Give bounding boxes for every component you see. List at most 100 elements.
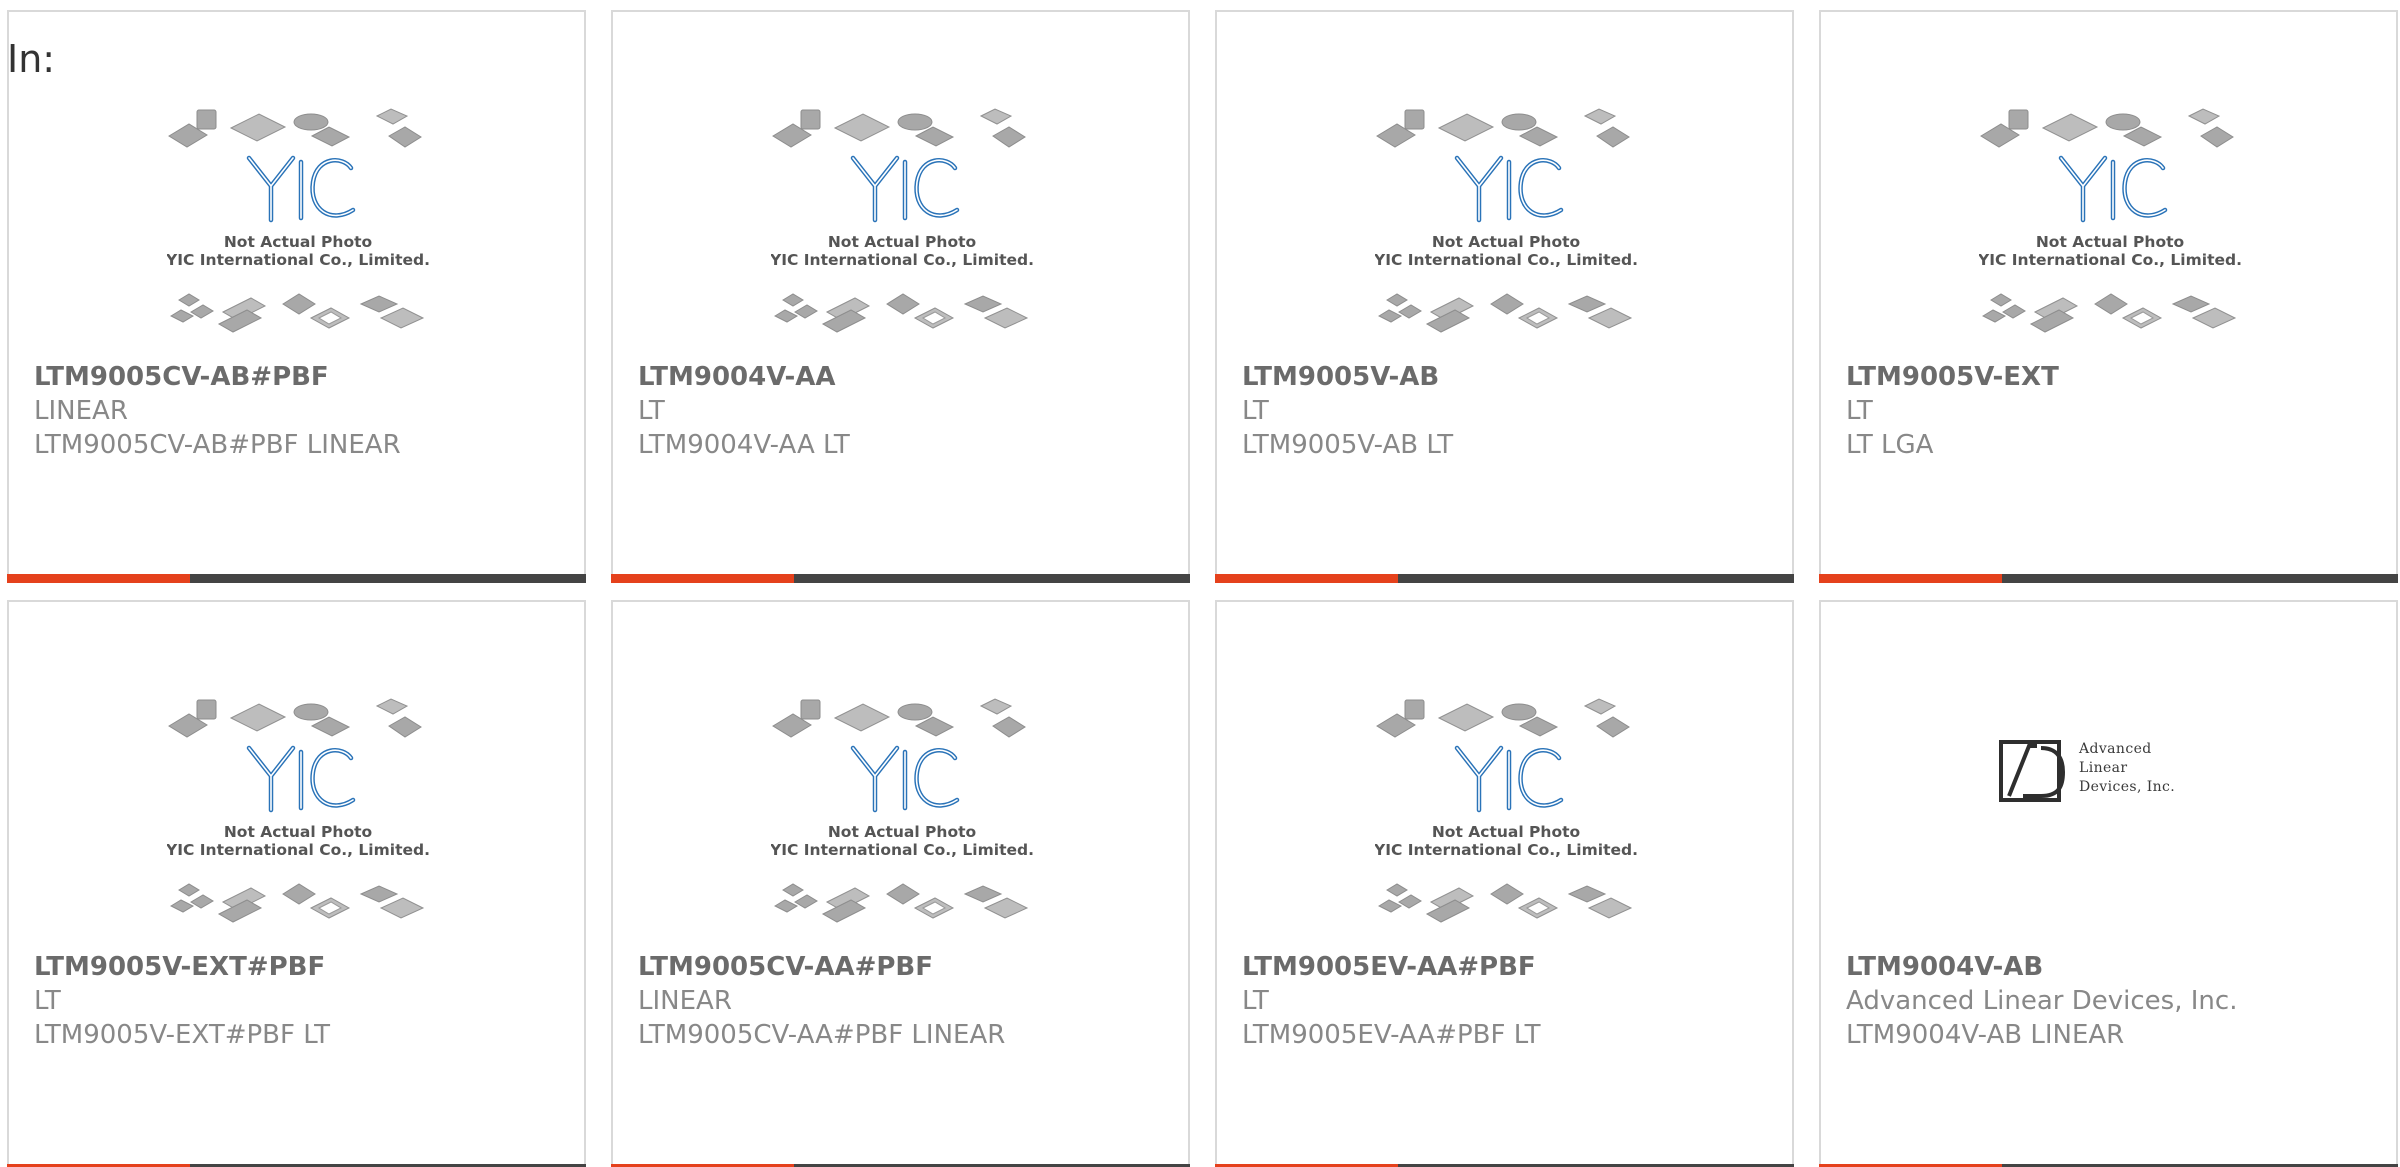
product-info: LTM9005EV-AA#PBF LT LTM9005EV-AA#PBF LT bbox=[1242, 950, 1782, 1052]
product-part-number[interactable]: LTM9005V-EXT#PBF bbox=[34, 950, 574, 984]
product-info: LTM9005V-AB LT LTM9005V-AB LT bbox=[1242, 360, 1782, 462]
product-info: LTM9004V-AA LT LTM9004V-AA LT bbox=[638, 360, 1178, 462]
product-image[interactable]: Not Actual Photo YIC International Co., … bbox=[1979, 102, 2241, 346]
not-actual-photo-image: Not Actual Photo YIC International Co., … bbox=[167, 692, 429, 936]
product-image[interactable]: Not Actual Photo YIC International Co., … bbox=[771, 102, 1033, 346]
product-info: LTM9004V-AB Advanced Linear Devices, Inc.… bbox=[1846, 950, 2386, 1052]
card-bottom-bar bbox=[7, 574, 586, 583]
placeholder-caption-2: YIC International Co., Limited. bbox=[1375, 841, 1637, 859]
yic-logo-icon bbox=[246, 155, 356, 223]
product-image[interactable]: Not Actual Photo YIC International Co., … bbox=[167, 692, 429, 936]
not-actual-photo-image: Not Actual Photo YIC International Co., … bbox=[771, 102, 1033, 346]
chip-packages-top-icon bbox=[1376, 108, 1630, 148]
placeholder-caption-1: Not Actual Photo bbox=[1432, 233, 1580, 251]
product-card[interactable]: Not Actual Photo YIC International Co., … bbox=[611, 600, 1190, 1167]
product-image[interactable]: Advanced Linear Devices, Inc. bbox=[1979, 692, 2241, 936]
product-part-number[interactable]: LTM9004V-AB bbox=[1846, 950, 2386, 984]
product-card[interactable]: Advanced Linear Devices, Inc. LTM9004V-A… bbox=[1819, 600, 2398, 1167]
product-part-number[interactable]: LTM9005CV-AB#PBF bbox=[34, 360, 574, 394]
chip-packages-bottom-icon bbox=[773, 883, 1029, 923]
yic-logo-icon bbox=[246, 745, 356, 813]
product-manufacturer: LT bbox=[1846, 396, 1873, 426]
placeholder-caption-2: YIC International Co., Limited. bbox=[1979, 251, 2241, 269]
card-bottom-bar bbox=[611, 574, 1190, 583]
placeholder-caption-1: Not Actual Photo bbox=[2036, 233, 2184, 251]
placeholder-caption-1: Not Actual Photo bbox=[828, 823, 976, 841]
product-manufacturer: LT bbox=[34, 986, 61, 1016]
in-label: In: bbox=[7, 37, 56, 81]
ald-logo-line1: Advanced bbox=[2079, 741, 2152, 757]
card-bottom-bar bbox=[1215, 574, 1794, 583]
yic-logo-icon bbox=[1454, 745, 1564, 813]
chip-packages-top-icon bbox=[772, 698, 1026, 738]
not-actual-photo-image: Not Actual Photo YIC International Co., … bbox=[1375, 102, 1637, 346]
chip-packages-top-icon bbox=[1980, 108, 2234, 148]
card-accent-bar bbox=[1215, 574, 1398, 583]
placeholder-caption-2: YIC International Co., Limited. bbox=[1375, 251, 1637, 269]
product-description: LTM9004V-AB LINEAR bbox=[1846, 1020, 2125, 1050]
ald-logo-image: Advanced Linear Devices, Inc. bbox=[1979, 692, 2241, 936]
placeholder-caption-1: Not Actual Photo bbox=[224, 233, 372, 251]
chip-packages-top-icon bbox=[1376, 698, 1630, 738]
product-grid-page: In: Not Actual Photo YIC International C… bbox=[0, 0, 2400, 1167]
product-description: LTM9005V-AB LT bbox=[1242, 430, 1454, 460]
chip-packages-top-icon bbox=[168, 698, 422, 738]
product-description: LTM9005CV-AA#PBF LINEAR bbox=[638, 1020, 1006, 1050]
ald-logo-line3: Devices, Inc. bbox=[2079, 779, 2176, 795]
placeholder-caption-1: Not Actual Photo bbox=[828, 233, 976, 251]
product-manufacturer: LINEAR bbox=[638, 986, 732, 1016]
product-manufacturer: LINEAR bbox=[34, 396, 128, 426]
ald-logo-icon bbox=[1999, 740, 2066, 802]
chip-packages-bottom-icon bbox=[773, 293, 1029, 333]
product-image[interactable]: Not Actual Photo YIC International Co., … bbox=[771, 692, 1033, 936]
card-accent-bar bbox=[7, 574, 190, 583]
product-manufacturer: LT bbox=[638, 396, 665, 426]
card-accent-bar bbox=[1819, 574, 2002, 583]
yic-logo-icon bbox=[2058, 155, 2168, 223]
card-accent-bar bbox=[611, 574, 794, 583]
product-card[interactable]: Not Actual Photo YIC International Co., … bbox=[1215, 600, 1794, 1167]
product-part-number[interactable]: LTM9004V-AA bbox=[638, 360, 1178, 394]
chip-packages-top-icon bbox=[168, 108, 422, 148]
product-manufacturer: LT bbox=[1242, 396, 1269, 426]
not-actual-photo-image: Not Actual Photo YIC International Co., … bbox=[771, 692, 1033, 936]
product-image[interactable]: Not Actual Photo YIC International Co., … bbox=[167, 102, 429, 346]
placeholder-caption-2: YIC International Co., Limited. bbox=[167, 841, 429, 859]
not-actual-photo-image: Not Actual Photo YIC International Co., … bbox=[1979, 102, 2241, 346]
product-part-number[interactable]: LTM9005EV-AA#PBF bbox=[1242, 950, 1782, 984]
placeholder-caption-2: YIC International Co., Limited. bbox=[167, 251, 429, 269]
product-manufacturer: Advanced Linear Devices, Inc. bbox=[1846, 986, 2238, 1016]
yic-logo-icon bbox=[1454, 155, 1564, 223]
product-card[interactable]: Not Actual Photo YIC International Co., … bbox=[7, 600, 586, 1167]
product-description: LTM9004V-AA LT bbox=[638, 430, 850, 460]
product-info: LTM9005CV-AB#PBF LINEAR LTM9005CV-AB#PBF L… bbox=[34, 360, 574, 462]
yic-logo-icon bbox=[850, 745, 960, 813]
product-info: LTM9005V-EXT LT LT LGA bbox=[1846, 360, 2386, 462]
product-description: LTM9005EV-AA#PBF LT bbox=[1242, 1020, 1541, 1050]
placeholder-caption-2: YIC International Co., Limited. bbox=[771, 251, 1033, 269]
placeholder-caption-1: Not Actual Photo bbox=[224, 823, 372, 841]
product-info: LTM9005CV-AA#PBF LINEAR LTM9005CV-AA#PBF L… bbox=[638, 950, 1178, 1052]
chip-packages-bottom-icon bbox=[1377, 883, 1633, 923]
product-card[interactable]: Not Actual Photo YIC International Co., … bbox=[1215, 10, 1794, 583]
product-image[interactable]: Not Actual Photo YIC International Co., … bbox=[1375, 102, 1637, 346]
placeholder-caption-2: YIC International Co., Limited. bbox=[771, 841, 1033, 859]
product-info: LTM9005V-EXT#PBF LT LTM9005V-EXT#PBF LT bbox=[34, 950, 574, 1052]
product-description: LT LGA bbox=[1846, 430, 1934, 460]
yic-logo-icon bbox=[850, 155, 960, 223]
not-actual-photo-image: Not Actual Photo YIC International Co., … bbox=[167, 102, 429, 346]
product-manufacturer: LT bbox=[1242, 986, 1269, 1016]
product-part-number[interactable]: LTM9005V-EXT bbox=[1846, 360, 2386, 394]
product-card[interactable]: Not Actual Photo YIC International Co., … bbox=[7, 10, 586, 583]
product-part-number[interactable]: LTM9005V-AB bbox=[1242, 360, 1782, 394]
chip-packages-bottom-icon bbox=[169, 293, 425, 333]
product-image[interactable]: Not Actual Photo YIC International Co., … bbox=[1375, 692, 1637, 936]
not-actual-photo-image: Not Actual Photo YIC International Co., … bbox=[1375, 692, 1637, 936]
product-card[interactable]: Not Actual Photo YIC International Co., … bbox=[1819, 10, 2398, 583]
ald-logo-line2: Linear bbox=[2079, 760, 2128, 776]
placeholder-caption-1: Not Actual Photo bbox=[1432, 823, 1580, 841]
chip-packages-bottom-icon bbox=[1377, 293, 1633, 333]
product-description: LTM9005CV-AB#PBF LINEAR bbox=[34, 430, 401, 460]
product-card[interactable]: Not Actual Photo YIC International Co., … bbox=[611, 10, 1190, 583]
product-part-number[interactable]: LTM9005CV-AA#PBF bbox=[638, 950, 1178, 984]
